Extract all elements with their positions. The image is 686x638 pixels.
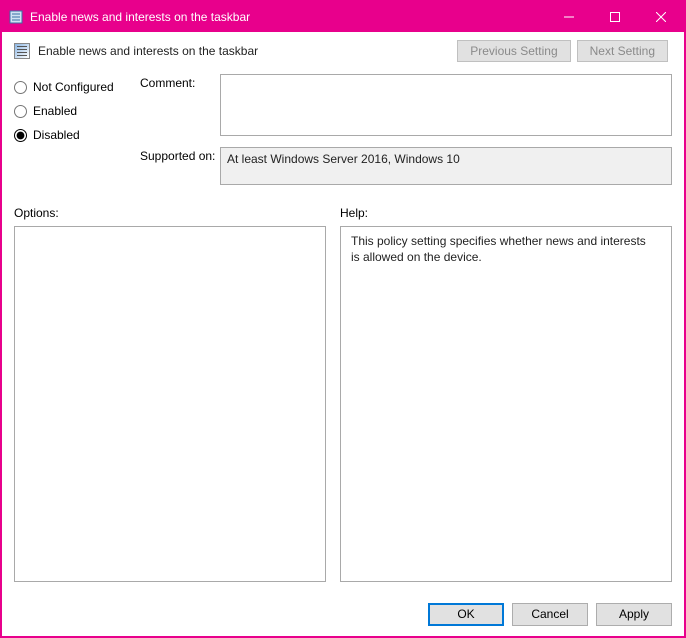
comment-label: Comment: bbox=[140, 74, 220, 90]
options-label: Options: bbox=[14, 206, 326, 220]
radio-disabled[interactable]: Disabled bbox=[14, 128, 126, 142]
help-label: Help: bbox=[340, 206, 672, 220]
ok-button[interactable]: OK bbox=[428, 603, 504, 626]
minimize-button[interactable] bbox=[546, 2, 592, 32]
help-panel: This policy setting specifies whether ne… bbox=[340, 226, 672, 582]
radio-enabled[interactable]: Enabled bbox=[14, 104, 126, 118]
app-icon bbox=[8, 9, 24, 25]
fields-section: Comment: Supported on: bbox=[140, 74, 672, 196]
cancel-button[interactable]: Cancel bbox=[512, 603, 588, 626]
help-column: Help: This policy setting specifies whet… bbox=[340, 206, 672, 582]
apply-button[interactable]: Apply bbox=[596, 603, 672, 626]
next-setting-button[interactable]: Next Setting bbox=[577, 40, 668, 62]
lower-section: Options: Help: This policy setting speci… bbox=[2, 200, 684, 582]
radio-not-configured[interactable]: Not Configured bbox=[14, 80, 126, 94]
supported-label: Supported on: bbox=[140, 147, 220, 163]
radio-disabled-label: Disabled bbox=[33, 128, 80, 142]
supported-on-field bbox=[220, 147, 672, 185]
header: Enable news and interests on the taskbar… bbox=[2, 32, 684, 64]
policy-title: Enable news and interests on the taskbar bbox=[38, 44, 457, 58]
options-column: Options: bbox=[14, 206, 326, 582]
comment-input[interactable] bbox=[220, 74, 672, 136]
policy-icon bbox=[14, 43, 30, 59]
close-button[interactable] bbox=[638, 2, 684, 32]
upper-section: Not Configured Enabled Disabled Comment:… bbox=[2, 64, 684, 200]
previous-setting-button[interactable]: Previous Setting bbox=[457, 40, 570, 62]
state-radio-group: Not Configured Enabled Disabled bbox=[14, 74, 126, 196]
bottom-bar: OK Cancel Apply bbox=[2, 592, 684, 636]
titlebar: Enable news and interests on the taskbar bbox=[2, 2, 684, 32]
maximize-button[interactable] bbox=[592, 2, 638, 32]
radio-not-configured-label: Not Configured bbox=[33, 80, 114, 94]
radio-enabled-input[interactable] bbox=[14, 105, 27, 118]
options-panel bbox=[14, 226, 326, 582]
window-title: Enable news and interests on the taskbar bbox=[30, 10, 546, 24]
radio-disabled-input[interactable] bbox=[14, 129, 27, 142]
radio-not-configured-input[interactable] bbox=[14, 81, 27, 94]
policy-editor-window: Enable news and interests on the taskbar… bbox=[0, 0, 686, 638]
radio-enabled-label: Enabled bbox=[33, 104, 77, 118]
